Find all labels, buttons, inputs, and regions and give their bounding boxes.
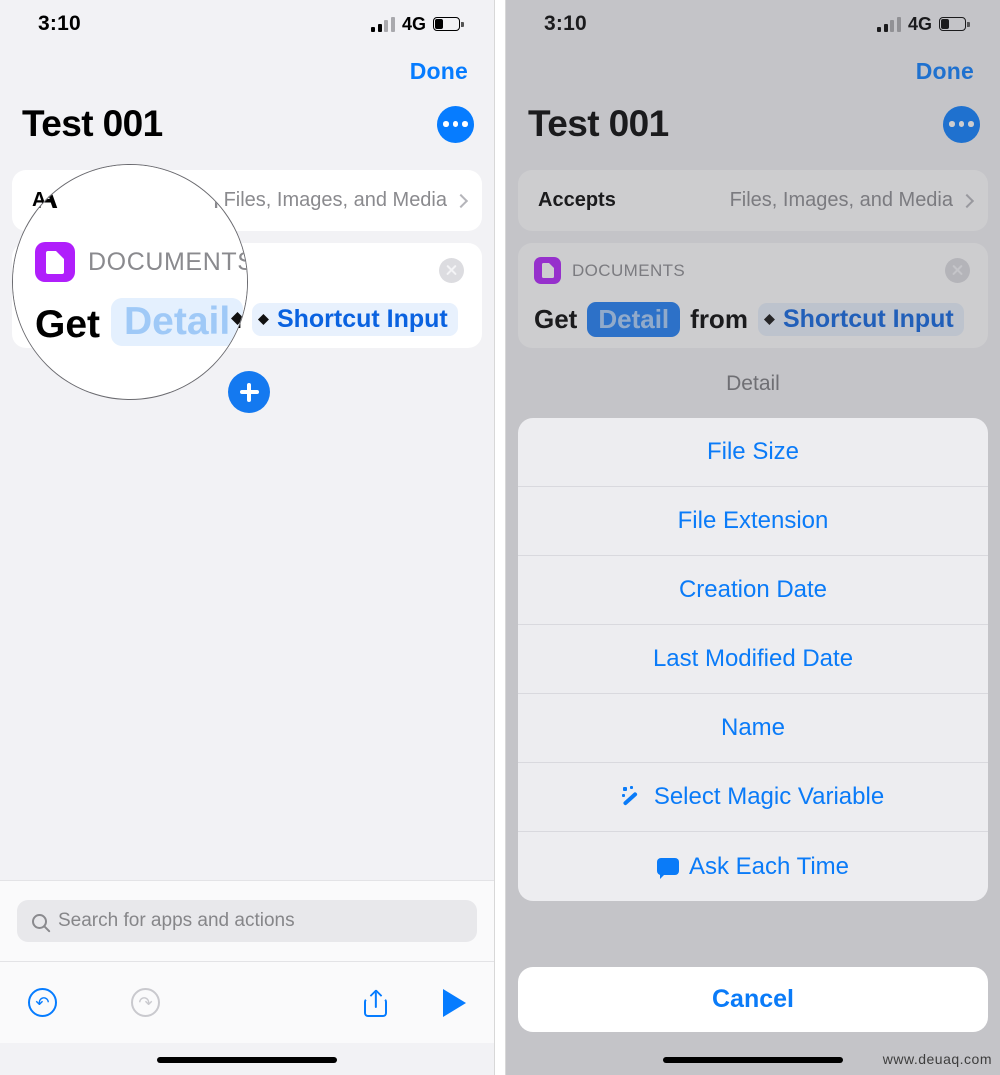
- status-time: 3:10: [38, 12, 81, 35]
- magic-wand-icon: [621, 786, 644, 808]
- document-icon: [534, 257, 561, 284]
- loupe-accepts-initial: A: [35, 179, 59, 215]
- page-title-right: Test 001: [528, 103, 669, 144]
- close-circle-icon[interactable]: [439, 258, 464, 283]
- sheet-item-creation-date[interactable]: Creation Date: [518, 556, 988, 625]
- redo-circle-icon: ↷: [131, 988, 160, 1017]
- accepts-value-group: Files, Images, and Media: [223, 189, 469, 212]
- phone-panel-left: 3:10 4G Done Test 001 Accepts Files, Ima…: [0, 0, 495, 1075]
- share-button[interactable]: [364, 988, 387, 1017]
- cellular-bars-icon: [371, 16, 395, 32]
- accepts-label-right: Accepts: [538, 189, 616, 211]
- parameter-token-right[interactable]: Detail: [587, 302, 681, 337]
- action-verb-right: Get: [534, 304, 578, 334]
- play-button[interactable]: [443, 988, 466, 1017]
- redo-button[interactable]: ↷: [131, 988, 160, 1017]
- loupe-document-icon: [35, 242, 75, 282]
- variable-label: Shortcut Input: [276, 305, 448, 333]
- bottom-toolbar: ↶ ↷: [0, 961, 494, 1043]
- action-card-right[interactable]: DOCUMENTS Get Detail from Shortcut Input: [518, 243, 988, 348]
- sheet-item-label: File Extension: [677, 507, 829, 534]
- nav-bar: Done: [410, 58, 468, 85]
- variable-chip-right[interactable]: Shortcut Input: [757, 303, 964, 336]
- action-card-body-right: Get Detail from Shortcut Input: [534, 302, 970, 337]
- chevron-right-icon: [453, 193, 469, 208]
- status-bar-right: 3:10 4G: [506, 0, 1000, 48]
- speech-bubble-icon: [656, 858, 679, 879]
- status-time-right: 3:10: [544, 12, 587, 35]
- header: Test 001: [22, 103, 474, 145]
- done-button[interactable]: Done: [410, 58, 468, 84]
- magnifier-loupe-left: A Files, Images, and Media DOCUMENTS Get…: [12, 164, 248, 400]
- sheet-item-ask-each-time[interactable]: Ask Each Time: [518, 832, 988, 901]
- accepts-value-group-right: Files, Images, and Media: [729, 189, 975, 212]
- done-button-right[interactable]: Done: [916, 58, 974, 84]
- screenshot-stage: 3:10 4G Done Test 001 Accepts Files, Ima…: [0, 0, 1000, 1075]
- status-indicators-right: 4G: [877, 13, 970, 35]
- sheet-item-label: File Size: [706, 438, 800, 465]
- magic-variable-diamond-icon: [257, 314, 269, 325]
- battery-icon: [433, 17, 464, 31]
- variable-chip[interactable]: Shortcut Input: [251, 303, 458, 336]
- ellipsis-icon[interactable]: [943, 105, 980, 143]
- sheet-item-label: Last Modified Date: [652, 645, 854, 672]
- home-indicator-right: [663, 1057, 843, 1063]
- cellular-bars-icon: [877, 16, 901, 32]
- loupe-parameter-token: Detail: [111, 298, 244, 346]
- status-bar: 3:10 4G: [0, 0, 494, 48]
- loupe-verb: Get: [35, 303, 101, 346]
- chevron-right-icon: [959, 193, 975, 208]
- nav-bar-right: Done: [916, 58, 974, 85]
- battery-icon: [939, 17, 970, 31]
- magic-variable-diamond-icon: [763, 314, 775, 325]
- home-indicator: [157, 1057, 337, 1063]
- sheet-item-file-size[interactable]: File Size: [518, 418, 988, 487]
- close-circle-icon[interactable]: [945, 258, 970, 283]
- variable-label-right: Shortcut Input: [782, 305, 954, 333]
- sheet-item-label: Creation Date: [678, 576, 828, 603]
- accepts-row-right[interactable]: Accepts Files, Images, and Media: [518, 170, 988, 231]
- sheet-item-label: Ask Each Time: [688, 852, 850, 880]
- sheet-item-file-extension[interactable]: File Extension: [518, 487, 988, 556]
- accepts-value-right: Files, Images, and Media: [729, 189, 953, 211]
- search-placeholder: Search for apps and actions: [58, 910, 295, 931]
- undo-circle-icon: ↶: [28, 988, 57, 1017]
- action-preposition-right: from: [690, 304, 748, 334]
- loupe-accepts-value: Files, Images, and Media: [213, 187, 247, 214]
- search-icon: [32, 913, 47, 929]
- header-right: Test 001: [528, 103, 980, 145]
- sheet-item-label: Select Magic Variable: [653, 783, 885, 810]
- sheet-item-label: Name: [720, 714, 786, 741]
- sheet-item-select-magic-variable[interactable]: Select Magic Variable: [518, 763, 988, 832]
- action-category-label-right: DOCUMENTS: [572, 260, 686, 280]
- share-up-icon: [364, 988, 387, 1017]
- search-bar: Search for apps and actions: [0, 880, 494, 961]
- cancel-button[interactable]: Cancel: [518, 967, 988, 1032]
- status-indicators: 4G: [371, 13, 464, 35]
- action-sheet-title: Detail: [726, 372, 780, 395]
- undo-button[interactable]: ↶: [28, 988, 57, 1017]
- sheet-item-name[interactable]: Name: [518, 694, 988, 763]
- watermark: www.deuaq.com: [882, 1051, 992, 1067]
- sheet-item-last-modified-date[interactable]: Last Modified Date: [518, 625, 988, 694]
- action-category-group-right: DOCUMENTS: [534, 257, 685, 284]
- play-triangle-icon: [443, 988, 466, 1017]
- network-type-label-right: 4G: [907, 13, 932, 34]
- loupe-category-label: DOCUMENTS: [88, 248, 248, 276]
- phone-panel-right: 3:10 4G Done Test 001 Accepts Files, Ima…: [505, 0, 1000, 1075]
- action-card-header-right: DOCUMENTS: [534, 257, 970, 284]
- network-type-label: 4G: [401, 13, 426, 34]
- page-title: Test 001: [22, 103, 163, 144]
- accepts-value: Files, Images, and Media: [223, 189, 447, 211]
- search-input[interactable]: Search for apps and actions: [17, 900, 477, 942]
- action-sheet: File Size File Extension Creation Date L…: [518, 418, 988, 901]
- ellipsis-icon[interactable]: [437, 105, 474, 143]
